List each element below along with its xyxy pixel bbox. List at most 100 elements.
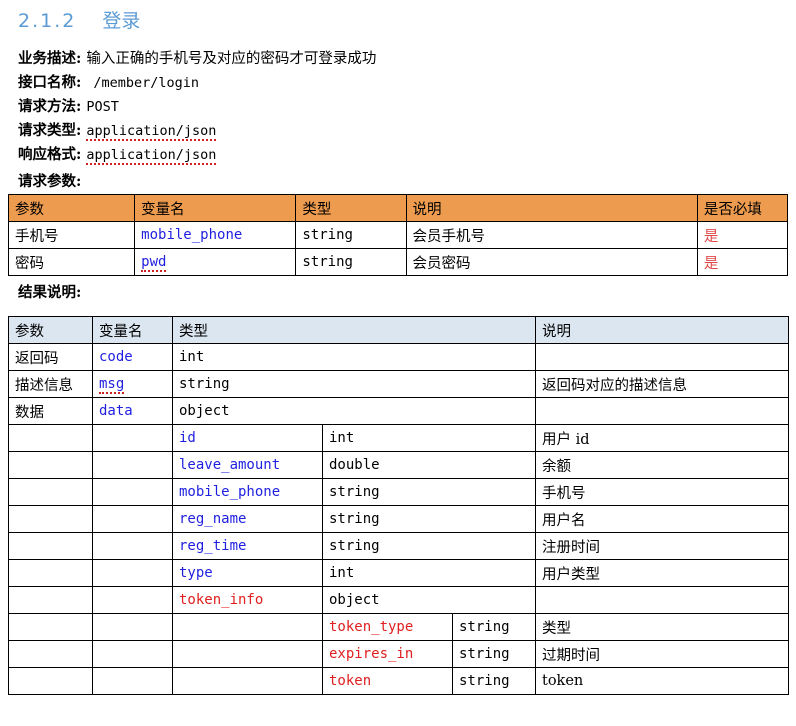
result-table-head: 参数 变量名 类型 说明 bbox=[8, 316, 789, 344]
cell-var: pwd bbox=[134, 248, 297, 276]
cell-desc: 用户类型 bbox=[535, 559, 789, 587]
cell-var: mobile_phone bbox=[172, 478, 323, 506]
cell-spacer bbox=[172, 613, 323, 641]
spellcheck-underline: msg bbox=[99, 376, 125, 394]
result-table-body: 返回码 code int 描述信息 msg string 返回码对应的描述信息 数据 data o… bbox=[8, 343, 789, 695]
api-meta-value: application/json bbox=[86, 120, 217, 143]
cell-desc bbox=[535, 343, 789, 371]
cell-desc bbox=[535, 397, 789, 425]
column-header: 变量名 bbox=[92, 316, 173, 344]
table-row: token_type string 类型 bbox=[8, 613, 789, 641]
api-meta-label: 响应格式: bbox=[18, 146, 82, 163]
api-meta-value: application/json bbox=[86, 144, 217, 167]
api-meta-label: 接口名称: bbox=[18, 74, 82, 91]
cell-param: 描述信息 bbox=[8, 370, 93, 398]
cell-var: token bbox=[322, 667, 453, 695]
column-header: 参数 bbox=[7, 194, 136, 222]
api-meta-label: 请求类型: bbox=[18, 122, 82, 139]
table-row: reg_time string 注册时间 bbox=[8, 532, 789, 560]
column-header: 类型 bbox=[295, 194, 407, 222]
api-meta-row: 响应格式: application/json bbox=[18, 143, 796, 167]
column-header: 说明 bbox=[405, 194, 698, 222]
cell-type: int bbox=[322, 559, 536, 587]
api-meta-list: 业务描述: 输入正确的手机号及对应的密码才可登录成功接口名称: /member/lo… bbox=[18, 47, 796, 167]
cell-param bbox=[8, 586, 93, 614]
section-title: 登录 bbox=[102, 10, 141, 32]
api-meta-row: 业务描述: 输入正确的手机号及对应的密码才可登录成功 bbox=[18, 47, 796, 71]
cell-type: string bbox=[452, 640, 536, 668]
cell-var: code bbox=[92, 343, 173, 371]
cell-param: 返回码 bbox=[8, 343, 93, 371]
api-meta-value: 输入正确的手机号及对应的密码才可登录成功 bbox=[86, 51, 377, 67]
cell-spacer bbox=[92, 559, 173, 587]
table-header-row: 参数 变量名 类型 说明 bbox=[8, 316, 789, 344]
cell-type: object bbox=[172, 397, 536, 425]
cell-param bbox=[8, 613, 93, 641]
api-meta-value: /member/login bbox=[93, 75, 200, 91]
table-row: token_info object bbox=[8, 586, 789, 614]
cell-param bbox=[8, 640, 93, 668]
result-desc-label: 结果说明: bbox=[18, 284, 82, 301]
request-params-table: 参数 变量名 类型 说明 是否必填 手机号 mobile_phone string 会员手机号… bbox=[7, 194, 789, 276]
cell-var: data bbox=[92, 397, 173, 425]
spellcheck-underline: application/json bbox=[86, 147, 217, 165]
cell-spacer bbox=[92, 586, 173, 614]
column-header: 变量名 bbox=[134, 194, 297, 222]
table-row: 返回码 code int bbox=[8, 343, 789, 371]
table-row: type int 用户类型 bbox=[8, 559, 789, 587]
cell-param bbox=[8, 478, 93, 506]
cell-spacer bbox=[92, 424, 173, 452]
api-meta-row: 请求类型: application/json bbox=[18, 119, 796, 143]
table-row: reg_name string 用户名 bbox=[8, 505, 789, 533]
table-row: expires_in string 过期时间 bbox=[8, 640, 789, 668]
cell-spacer bbox=[172, 667, 323, 695]
cell-type: int bbox=[172, 343, 536, 371]
cell-var: token_info bbox=[172, 586, 323, 614]
cell-param bbox=[8, 424, 93, 452]
section-number: 2.1.2 bbox=[18, 10, 77, 32]
table-row: 描述信息 msg string 返回码对应的描述信息 bbox=[8, 370, 789, 398]
cell-type: int bbox=[322, 424, 536, 452]
cell-type: string bbox=[295, 248, 407, 276]
cell-desc: 注册时间 bbox=[535, 532, 789, 560]
cell-desc: 用户 id bbox=[535, 424, 789, 452]
cell-spacer bbox=[92, 478, 173, 506]
cell-var: msg bbox=[92, 370, 173, 398]
page-title: 2.1.2 登录 bbox=[18, 6, 796, 33]
cell-desc: 会员手机号 bbox=[405, 221, 698, 249]
cell-type: string bbox=[172, 370, 536, 398]
cell-type: string bbox=[322, 478, 536, 506]
cell-type: string bbox=[452, 667, 536, 695]
cell-spacer bbox=[92, 451, 173, 479]
api-meta-label: 请求方法: bbox=[18, 98, 82, 115]
cell-spacer bbox=[92, 640, 173, 668]
cell-spacer bbox=[92, 532, 173, 560]
cell-param bbox=[8, 667, 93, 695]
api-meta-row: 接口名称: /member/login bbox=[18, 71, 796, 95]
table-row: 数据 data object bbox=[8, 397, 789, 425]
cell-param: 数据 bbox=[8, 397, 93, 425]
cell-spacer bbox=[172, 640, 323, 668]
cell-var: leave_amount bbox=[172, 451, 323, 479]
cell-spacer bbox=[92, 505, 173, 533]
cell-param bbox=[8, 532, 93, 560]
request-table-head: 参数 变量名 类型 说明 是否必填 bbox=[7, 194, 789, 222]
table-row: leave_amount double 余额 bbox=[8, 451, 789, 479]
cell-param bbox=[8, 505, 93, 533]
document-page: 2.1.2 登录 业务描述: 输入正确的手机号及对应的密码才可登录成功接口名称: /m… bbox=[0, 6, 796, 726]
column-header: 类型 bbox=[172, 316, 536, 344]
table-row: 手机号 mobile_phone string 会员手机号是 bbox=[7, 221, 789, 249]
cell-type: double bbox=[322, 451, 536, 479]
cell-var: expires_in bbox=[322, 640, 453, 668]
cell-required: 是 bbox=[696, 248, 789, 276]
table-row: id int 用户 id bbox=[8, 424, 789, 452]
cell-desc: 类型 bbox=[535, 613, 789, 641]
cell-type: object bbox=[322, 586, 536, 614]
cell-desc: 余额 bbox=[535, 451, 789, 479]
cell-var: reg_time bbox=[172, 532, 323, 560]
cell-var: token_type bbox=[322, 613, 453, 641]
cell-param bbox=[8, 451, 93, 479]
table-header-row: 参数 变量名 类型 说明 是否必填 bbox=[7, 194, 789, 222]
cell-param: 密码 bbox=[7, 248, 136, 276]
cell-desc: 返回码对应的描述信息 bbox=[535, 370, 789, 398]
